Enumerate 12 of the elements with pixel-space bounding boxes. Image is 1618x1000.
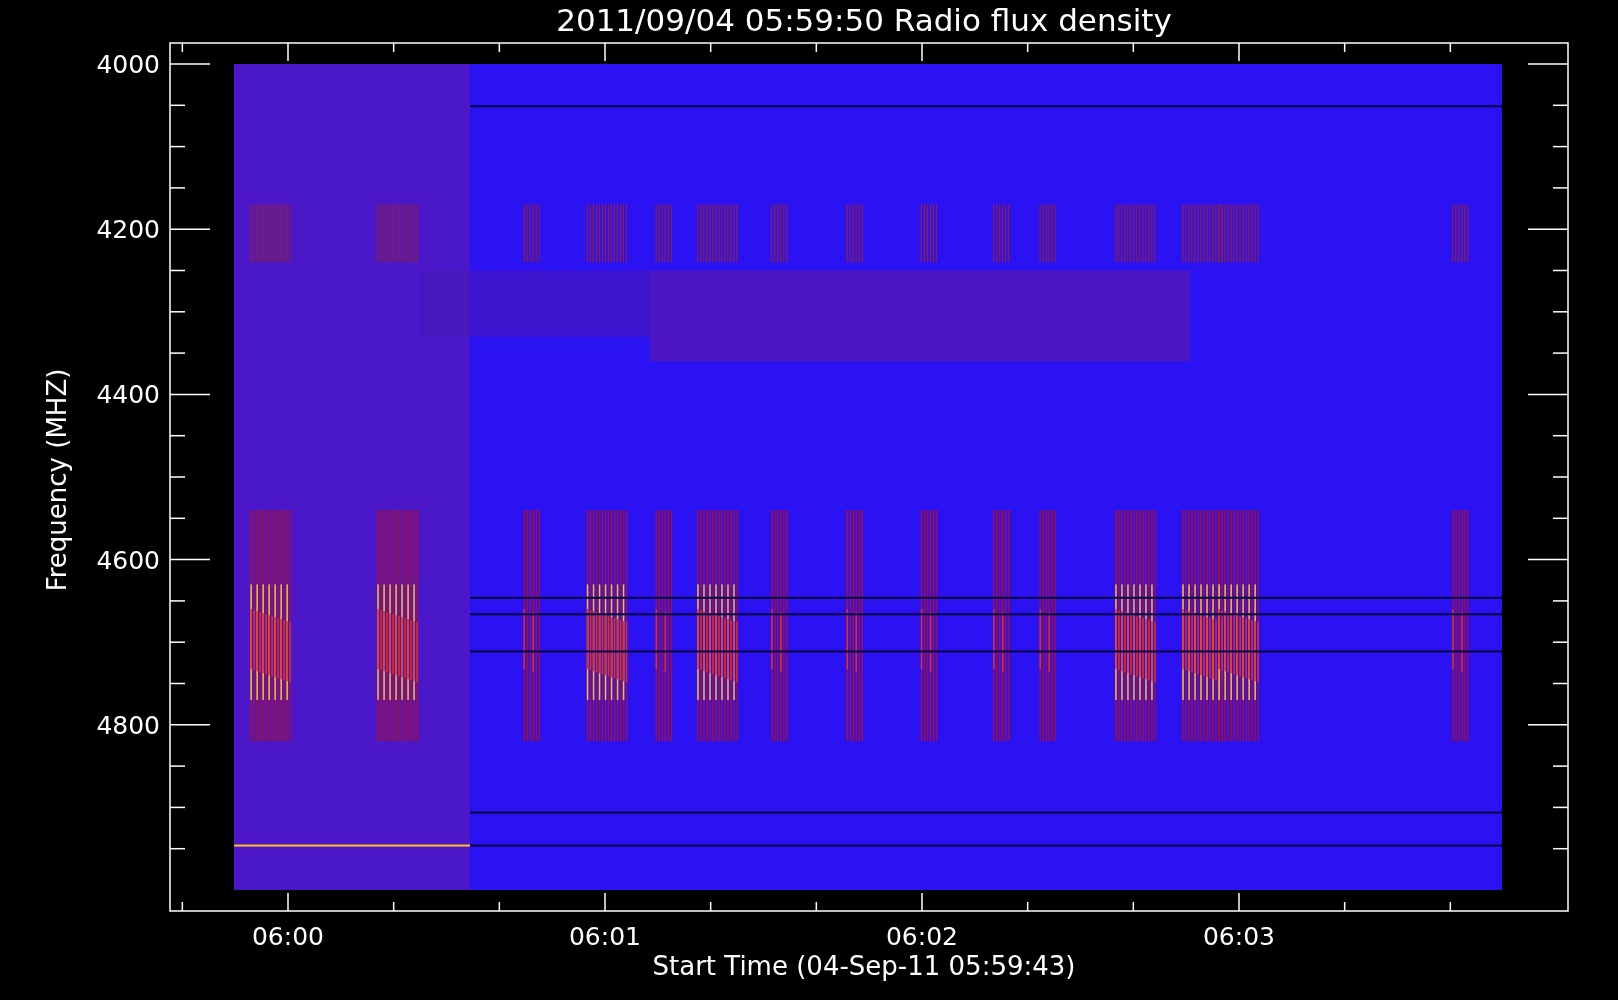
x-tick-label: 06:00 (252, 922, 324, 951)
y-tick-label: 4200 (96, 215, 160, 245)
y-axis-title: Frequency (MHZ) (42, 368, 72, 592)
x-tick-label: 06:01 (569, 922, 641, 951)
y-tick-label: 4000 (96, 50, 160, 79)
x-axis-title: Start Time (04-Sep-11 05:59:43) (652, 951, 1076, 981)
x-tick-label: 06:03 (1203, 922, 1275, 951)
x-tick-label: 06:02 (886, 922, 958, 951)
y-tick-label: 4800 (96, 710, 160, 740)
y-tick-label: 4600 (96, 545, 160, 575)
chart-title: 2011/09/04 05:59:50 Radio flux density (556, 2, 1172, 38)
y-tick-label: 4400 (96, 380, 160, 410)
